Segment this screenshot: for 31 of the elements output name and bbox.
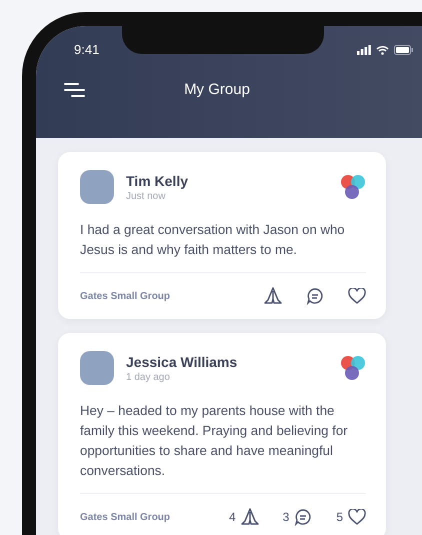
battery-icon xyxy=(394,44,414,54)
comment-icon xyxy=(294,508,312,526)
author-name: Jessica Williams xyxy=(126,354,238,370)
comment-button[interactable]: 3 xyxy=(282,508,312,526)
menu-button[interactable] xyxy=(64,82,86,98)
author-name: Tim Kelly xyxy=(126,172,189,188)
group-name: Gates Small Group xyxy=(80,290,172,302)
pray-button[interactable] xyxy=(264,287,282,305)
signal-icon xyxy=(357,44,371,54)
wifi-icon xyxy=(376,44,389,54)
like-button[interactable]: 5 xyxy=(336,508,366,526)
praying-hands-icon xyxy=(240,508,259,526)
status-time: 9:41 xyxy=(74,42,100,57)
logo-icon xyxy=(340,174,366,200)
avatar-photo xyxy=(80,170,114,204)
avatar-photo xyxy=(80,351,114,385)
logo-icon xyxy=(340,355,366,381)
praying-hands-icon xyxy=(264,287,282,305)
comment-icon xyxy=(306,287,324,305)
menu-icon xyxy=(64,82,86,98)
group-name: Gates Small Group xyxy=(80,512,172,522)
comment-button[interactable] xyxy=(306,287,324,305)
heart-icon xyxy=(348,508,366,526)
post-time: 1 day ago xyxy=(126,372,171,382)
post-time: Just now xyxy=(126,190,166,202)
like-button[interactable] xyxy=(348,288,366,304)
header-title: My Group xyxy=(183,81,251,98)
post-text: I had a great conversation with Jason on who Jesus is and why faith matters to me. xyxy=(80,221,346,259)
heart-icon xyxy=(348,288,366,304)
pray-button[interactable]: 4 xyxy=(228,508,259,526)
post-text: Hey – headed to my parents house with the family this weekend. Praying and believing for opportunities to share and have meaningful conversations. xyxy=(80,402,349,480)
